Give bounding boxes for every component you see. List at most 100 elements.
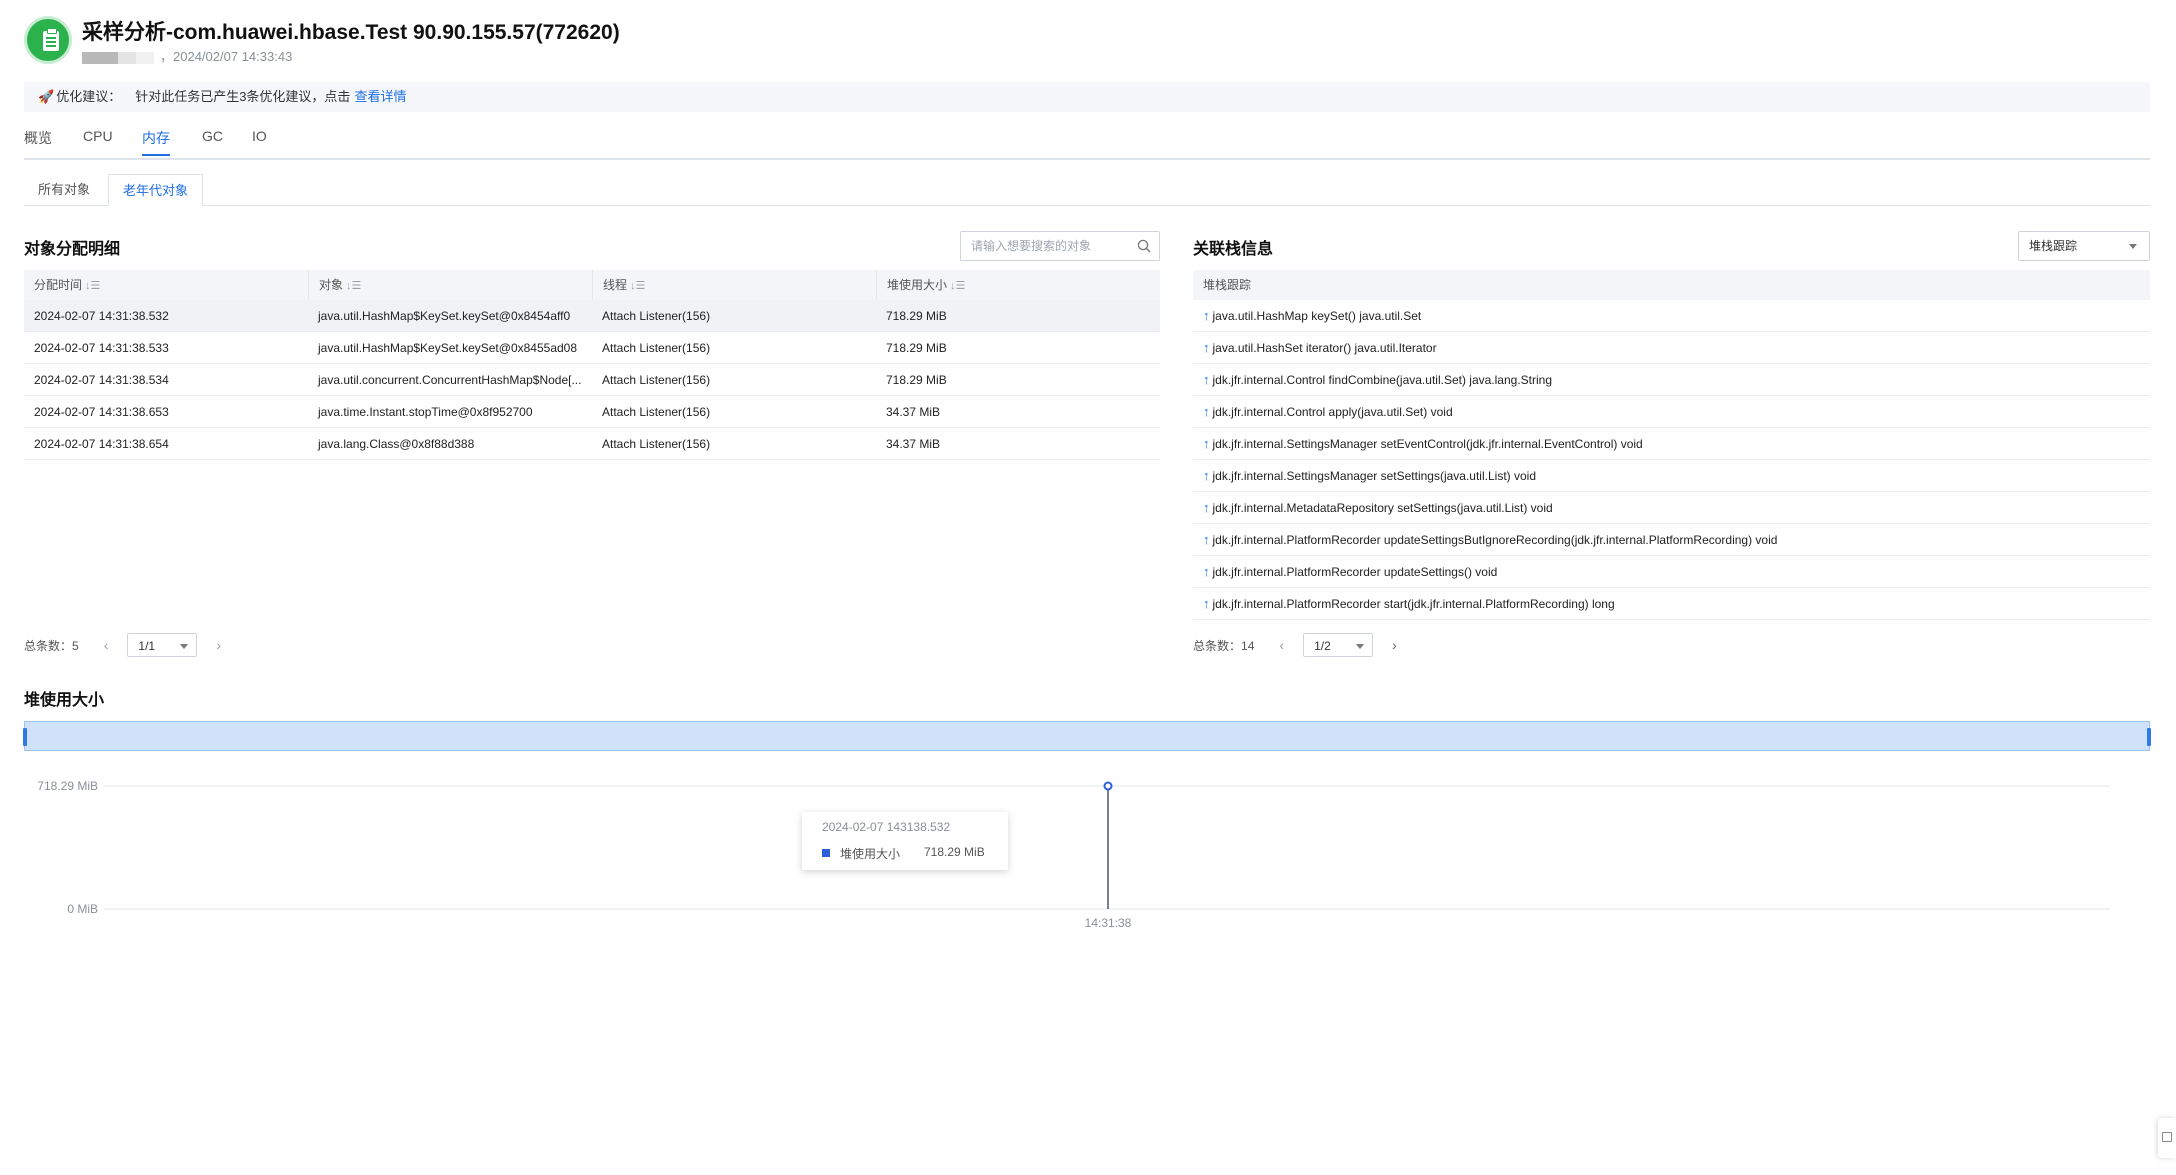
stack-frame-text: java.util.HashMap keySet() java.util.Set xyxy=(1212,309,1422,323)
stack-frame-cell: ↑ jdk.jfr.internal.PlatformRecorder start… xyxy=(1193,588,2150,620)
page-title: 采样分析-com.huawei.hbase.Test 90.90.155.57(… xyxy=(82,21,620,44)
redacted-owner xyxy=(82,51,154,64)
stack-table-header: 堆栈跟踪 xyxy=(1193,270,2150,300)
tab-memory[interactable]: 内存 xyxy=(142,128,170,156)
time-range-slider[interactable] xyxy=(23,721,2151,751)
main-tab-bar: 概览 CPU 内存 GC IO xyxy=(24,124,2150,160)
chevron-down-icon xyxy=(1356,644,1365,649)
cell-time: 2024-02-07 14:31:38.654 xyxy=(34,437,169,451)
stack-frame-text: jdk.jfr.internal.PlatformRecorder update… xyxy=(1212,533,1778,547)
stack-frame-text: jdk.jfr.internal.MetadataRepository setS… xyxy=(1212,501,1553,515)
stack-frame-row[interactable]: ↑ jdk.jfr.internal.Control apply(java.uti… xyxy=(1193,396,2150,428)
allocation-title: 对象分配明细 xyxy=(24,241,121,258)
allocation-pagination: 总条数：5 ‹ 1/1 › xyxy=(24,633,227,657)
col-object[interactable]: 对象 ↓☰ xyxy=(308,270,592,300)
sort-icon[interactable]: ↓☰ xyxy=(346,280,361,292)
sort-icon[interactable]: ↓☰ xyxy=(85,280,100,292)
cell-object: java.lang.Class@0x8f88d388 xyxy=(318,437,475,451)
stack-frame-row[interactable]: ↑ jdk.jfr.internal.SettingsManager setSet… xyxy=(1193,460,2150,492)
object-search-box[interactable] xyxy=(960,231,1160,261)
cell-heap: 34.37 MiB xyxy=(886,405,941,419)
arrow-up-icon: ↑ xyxy=(1203,340,1210,355)
banner-label: 优化建议： xyxy=(56,89,122,104)
page-select[interactable]: 1/2 xyxy=(1303,633,1374,657)
sort-icon[interactable]: ↓☰ xyxy=(950,280,965,292)
prev-page-icon[interactable]: ‹ xyxy=(1274,633,1290,657)
cell-object: java.util.HashMap$KeySet.keySet@0x8454af… xyxy=(318,309,571,323)
stack-frame-row[interactable]: ↑ jdk.jfr.internal.PlatformRecorder updat… xyxy=(1193,524,2150,556)
stack-frame-row[interactable]: ↑ jdk.jfr.internal.Control findCombine(ja… xyxy=(1193,364,2150,396)
search-icon[interactable] xyxy=(1137,239,1151,253)
table-row[interactable]: 2024-02-07 14:31:38.653 java.time.Instant… xyxy=(24,396,1160,428)
stack-table: 堆栈跟踪 ↑ java.util.HashMap keySet() java.ut… xyxy=(1193,270,2150,620)
stack-pagination: 总条数：14 ‹ 1/2 › xyxy=(1193,633,1402,657)
total-label: 总条数： xyxy=(1193,639,1242,653)
range-start-handle[interactable] xyxy=(23,728,27,746)
cell-object: java.util.HashMap$KeySet.keySet@0x8455ad… xyxy=(318,341,578,355)
subtab-all-objects[interactable]: 所有对象 xyxy=(24,174,104,206)
col-heap-size[interactable]: 堆使用大小 ↓☰ xyxy=(876,270,1160,300)
table-row[interactable]: 2024-02-07 14:31:38.534 java.util.concurr… xyxy=(24,364,1160,396)
arrow-up-icon: ↑ xyxy=(1203,596,1210,611)
table-row[interactable]: 2024-02-07 14:31:38.532 java.util.HashMap… xyxy=(24,300,1160,332)
arrow-up-icon: ↑ xyxy=(1203,532,1210,547)
stack-frame-row[interactable]: ↑ jdk.jfr.internal.PlatformRecorder start… xyxy=(1193,588,2150,620)
tab-io[interactable]: IO xyxy=(252,128,267,144)
arrow-up-icon: ↑ xyxy=(1203,436,1210,451)
next-page-icon[interactable]: › xyxy=(1386,633,1402,657)
stack-frame-text: jdk.jfr.internal.PlatformRecorder update… xyxy=(1212,565,1498,579)
page-select[interactable]: 1/1 xyxy=(127,633,198,657)
feedback-icon xyxy=(2162,1132,2172,1142)
floating-feedback-button[interactable] xyxy=(2158,1118,2176,1158)
table-row[interactable]: 2024-02-07 14:31:38.533 java.util.HashMap… xyxy=(24,332,1160,364)
stack-frame-row[interactable]: ↑ jdk.jfr.internal.MetadataRepository set… xyxy=(1193,492,2150,524)
tab-gc[interactable]: GC xyxy=(202,128,223,144)
cell-time: 2024-02-07 14:31:38.532 xyxy=(34,309,169,323)
tab-cpu[interactable]: CPU xyxy=(83,128,113,144)
y-tick-label: 0 MiB xyxy=(67,902,98,916)
arrow-up-icon: ↑ xyxy=(1203,404,1210,419)
stack-frame-text: jdk.jfr.internal.PlatformRecorder start(… xyxy=(1212,597,1615,611)
range-end-handle[interactable] xyxy=(2147,728,2151,746)
stack-frame-row[interactable]: ↑ java.util.HashSet iterator() java.util.… xyxy=(1193,332,2150,364)
col-alloc-time[interactable]: 分配时间 ↓☰ xyxy=(24,270,308,300)
stack-frame-row[interactable]: ↑ java.util.HashMap keySet() java.util.Se… xyxy=(1193,300,2150,332)
cell-thread: Attach Listener(156) xyxy=(602,373,711,387)
object-search-input[interactable] xyxy=(961,232,1121,260)
stack-frame-text: jdk.jfr.internal.Control apply(java.util… xyxy=(1212,405,1453,419)
arrow-up-icon: ↑ xyxy=(1203,500,1210,515)
stack-frame-text: jdk.jfr.internal.SettingsManager setEven… xyxy=(1212,437,1643,451)
view-details-link[interactable]: 查看详情 xyxy=(354,89,406,104)
sub-tab-bar: 所有对象 老年代对象 xyxy=(24,174,2150,206)
prev-page-icon[interactable]: ‹ xyxy=(98,633,114,657)
banner-text: 针对此任务已产生3条优化建议，点击 xyxy=(135,89,351,104)
chart-tooltip: 2024-02-07 143138.532 堆使用大小 718.29 MiB xyxy=(802,812,1008,870)
y-tick-label: 718.29 MiB xyxy=(37,779,98,793)
allocation-table: 分配时间 ↓☰ 对象 ↓☰ 线程 ↓☰ 堆使用大小 ↓☰ 2024-02-07 14:3… xyxy=(24,270,1160,460)
cell-time: 2024-02-07 14:31:38.534 xyxy=(34,373,169,387)
tab-overview[interactable]: 概览 xyxy=(24,128,52,148)
heap-chart-title: 堆使用大小 xyxy=(24,692,105,709)
chevron-down-icon xyxy=(180,644,189,649)
task-timestamp: 2024/02/07 14:33:43 xyxy=(173,49,293,64)
cell-thread: Attach Listener(156) xyxy=(602,341,711,355)
next-page-icon[interactable]: › xyxy=(211,633,227,657)
stack-frame-row[interactable]: ↑ jdk.jfr.internal.SettingsManager setEve… xyxy=(1193,428,2150,460)
stack-view-dropdown[interactable]: 堆栈跟踪 xyxy=(2018,231,2150,261)
col-thread[interactable]: 线程 ↓☰ xyxy=(592,270,876,300)
heap-line-chart[interactable]: 718.29 MiB 0 MiB 14:31:38 xyxy=(0,760,2176,940)
cell-thread: Attach Listener(156) xyxy=(602,309,711,323)
subtitle-separator: ， xyxy=(160,49,174,64)
dropdown-value: 堆栈跟踪 xyxy=(2029,239,2078,253)
sort-icon[interactable]: ↓☰ xyxy=(630,280,645,292)
total-count: 14 xyxy=(1241,639,1255,653)
stack-frame-cell: ↑ jdk.jfr.internal.SettingsManager setSet… xyxy=(1193,460,2150,492)
tooltip-value: 718.29 MiB xyxy=(924,845,985,859)
stack-frame-cell: ↑ jdk.jfr.internal.MetadataRepository set… xyxy=(1193,492,2150,524)
stack-frame-row[interactable]: ↑ jdk.jfr.internal.PlatformRecorder updat… xyxy=(1193,556,2150,588)
table-row[interactable]: 2024-02-07 14:31:38.654 java.lang.Class@0… xyxy=(24,428,1160,460)
subtab-old-gen-objects[interactable]: 老年代对象 xyxy=(108,174,204,206)
stack-frame-text: java.util.HashSet iterator() java.util.I… xyxy=(1212,341,1437,355)
stack-frame-cell: ↑ jdk.jfr.internal.Control findCombine(ja… xyxy=(1193,364,2150,396)
optimization-banner: 🚀 优化建议： 针对此任务已产生3条优化建议，点击 查看详情 xyxy=(24,82,2150,112)
